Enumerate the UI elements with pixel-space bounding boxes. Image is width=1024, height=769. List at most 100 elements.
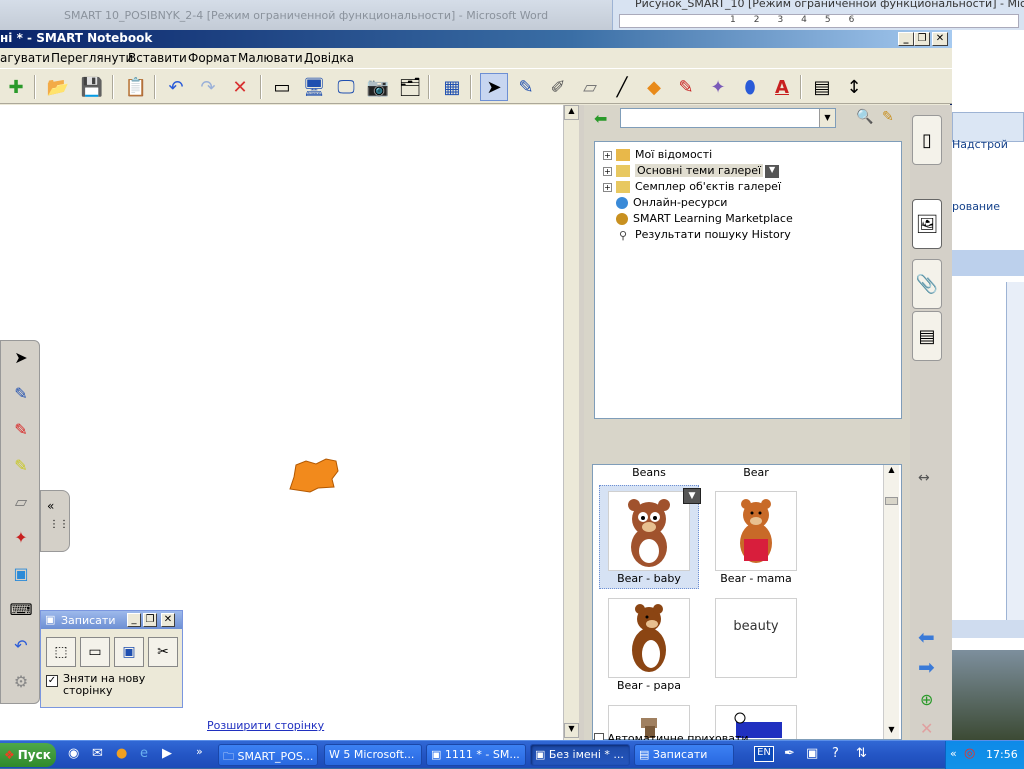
menu-format[interactable]: Формат <box>188 51 237 65</box>
start-button[interactable]: ❖ Пуск <box>0 743 56 767</box>
previous-page-icon[interactable]: ⬅ <box>918 625 935 649</box>
new-page-icon[interactable]: ✚ <box>2 73 30 101</box>
menu-edit[interactable]: агувати <box>0 51 50 65</box>
task-notebook-active[interactable]: ▣ Без імені * ... <box>530 744 630 766</box>
help-icon[interactable]: ? <box>832 746 839 761</box>
open-icon[interactable]: 📂 <box>44 73 72 101</box>
keyboard-icon[interactable]: ⌨ <box>9 597 33 621</box>
tree-item-search-results[interactable]: ⚲ Результати пошуку History <box>616 228 791 244</box>
maximize-button[interactable]: ❐ <box>914 32 930 46</box>
red-pen-icon[interactable]: ✎ <box>9 417 33 441</box>
next-page-icon[interactable]: ➡ <box>918 655 935 679</box>
gallery-item-bear-baby[interactable] <box>608 491 690 571</box>
camera-icon[interactable]: 📷 <box>364 73 392 101</box>
tray-expand-icon[interactable]: « <box>950 747 957 760</box>
scroll-down-icon[interactable]: ▼ <box>564 723 579 738</box>
gallery-item-bear-papa[interactable] <box>608 598 690 678</box>
eraser-icon[interactable]: ▱ <box>576 73 604 101</box>
extend-page-link[interactable]: Розширити сторінку <box>207 719 324 732</box>
scroll-down-icon[interactable]: ▼ <box>884 725 899 739</box>
screen-capture-icon[interactable]: ▣ <box>114 637 144 667</box>
magic-pen-icon[interactable]: ✦ <box>704 73 732 101</box>
task-word[interactable]: W 5 Microsoft... <box>324 744 422 766</box>
freehand-capture-icon[interactable]: ✂ <box>148 637 178 667</box>
shape-recognition-pen-icon[interactable]: ✎ <box>672 73 700 101</box>
add-page-icon[interactable]: ⊕ <box>920 690 933 709</box>
screen-shade-icon[interactable]: ▭ <box>268 73 296 101</box>
background-word-window-2[interactable]: Рисунок_SMART_10 [Режим ограниченной фун… <box>612 0 1024 30</box>
canvas-scrollbar[interactable]: ▲ ▼ <box>563 105 579 740</box>
creative-pen-icon[interactable]: ✐ <box>544 73 572 101</box>
undo-tool-icon[interactable]: ↶ <box>9 633 33 657</box>
scroll-up-icon[interactable]: ▲ <box>884 465 899 479</box>
language-indicator[interactable]: EN <box>754 746 774 762</box>
search-icon[interactable]: 🔍 <box>856 109 873 125</box>
properties-tab-icon[interactable]: ▤ <box>912 311 942 361</box>
tree-item-gallery-sampler[interactable]: + Семплер об'єктів галереї <box>603 180 781 196</box>
window-capture-icon[interactable]: ▭ <box>80 637 110 667</box>
paste-icon[interactable]: 📋 <box>122 73 150 101</box>
document-camera-icon[interactable]: 🗂 <box>396 73 424 101</box>
tray-icon-1[interactable]: ✒ <box>784 746 795 761</box>
tray-icon-3[interactable]: ⇅ <box>856 746 867 761</box>
text-icon[interactable]: A <box>768 73 796 101</box>
collapse-tools-handle[interactable]: « ⋮⋮ <box>40 490 70 552</box>
move-toolbar-icon[interactable]: ↕ <box>840 73 868 101</box>
pen-icon[interactable]: ✎ <box>512 73 540 101</box>
scroll-thumb[interactable] <box>885 497 898 505</box>
tray-icon-2[interactable]: ▣ <box>806 746 818 761</box>
tree-item-marketplace[interactable]: SMART Learning Marketplace <box>616 212 793 228</box>
capture-titlebar[interactable]: ▣ Записати _ ❐ ✕ <box>41 611 182 629</box>
task-notebook-1111[interactable]: ▣ 1111 * - SM... <box>426 744 526 766</box>
select-tool-icon[interactable]: ➤ <box>9 345 33 369</box>
task-capture[interactable]: ▤ Записати <box>634 744 734 766</box>
magic-pen-tool-icon[interactable]: ✦ <box>9 525 33 549</box>
capture-maximize-button[interactable]: ❐ <box>143 613 157 627</box>
capture-close-button[interactable]: ✕ <box>161 613 175 627</box>
quicklaunch-icon-1[interactable]: ◉ <box>68 746 79 761</box>
tree-item-gallery-essentials[interactable]: + Основні теми галереї ▼ <box>603 164 780 180</box>
attachments-tab-icon[interactable]: 📎 <box>912 259 942 309</box>
shape-icon[interactable]: ◆ <box>640 73 668 101</box>
dual-page-icon[interactable]: 🖵 <box>332 73 360 101</box>
gallery-item-bear-mama[interactable] <box>715 491 797 571</box>
auto-hide-checkbox[interactable]: Автоматичне приховати <box>594 732 749 740</box>
task-smart-pos[interactable]: 🗀 SMART_POS... <box>218 744 318 766</box>
resize-handle-icon[interactable]: ↔ <box>918 470 930 486</box>
new-page-checkbox[interactable]: ✓ <box>46 675 58 687</box>
customize-gear-icon[interactable]: ⚙ <box>9 669 33 693</box>
eraser-tool-icon[interactable]: ▱ <box>9 489 33 513</box>
undo-icon[interactable]: ↶ <box>162 73 190 101</box>
tree-item-online-resources[interactable]: Онлайн-ресурси <box>616 196 727 212</box>
select-pointer-icon[interactable]: ➤ <box>480 73 508 101</box>
close-button[interactable]: ✕ <box>932 32 948 46</box>
save-icon[interactable]: 💾 <box>78 73 106 101</box>
line-icon[interactable]: ╱ <box>608 73 636 101</box>
internet-explorer-icon[interactable]: e <box>140 746 148 761</box>
orange-shape[interactable] <box>288 457 340 493</box>
capture-minimize-button[interactable]: _ <box>127 613 141 627</box>
gallery-search-input[interactable]: ▼ <box>620 108 836 128</box>
full-screen-icon[interactable]: 🖥 <box>300 73 328 101</box>
minimize-button[interactable]: _ <box>898 32 914 46</box>
quicklaunch-icon-2[interactable]: ✉ <box>92 746 103 761</box>
back-arrow-icon[interactable]: ⬅ <box>594 109 607 128</box>
menu-insert[interactable]: Вставити <box>128 51 187 65</box>
fill-icon[interactable]: ⬮ <box>736 73 764 101</box>
highlighter-icon[interactable]: ✎ <box>9 453 33 477</box>
delete-icon[interactable]: ✕ <box>226 73 254 101</box>
redo-icon[interactable]: ↷ <box>194 73 222 101</box>
gallery-tab-icon[interactable]: 🖼 <box>912 199 942 249</box>
ribbon-tab-addins[interactable]: Надстрой <box>952 138 1008 151</box>
menu-help[interactable]: Довідка <box>304 51 354 65</box>
quicklaunch-icon-3[interactable]: ● <box>116 746 127 761</box>
tree-item-my-content[interactable]: + Мої відомості <box>603 148 712 164</box>
delete-page-icon[interactable]: ✕ <box>920 719 933 738</box>
gallery-tools-icon[interactable]: ✎ <box>882 109 894 125</box>
more-icon[interactable]: » <box>196 745 203 758</box>
menu-view[interactable]: Переглянути <box>51 51 133 65</box>
opera-icon[interactable]: ◎ <box>964 746 975 761</box>
properties-icon[interactable]: ▤ <box>808 73 836 101</box>
menu-draw[interactable]: Малювати <box>238 51 303 65</box>
title-bar[interactable]: ні * - SMART Notebook _ ❐ ✕ <box>0 30 952 48</box>
